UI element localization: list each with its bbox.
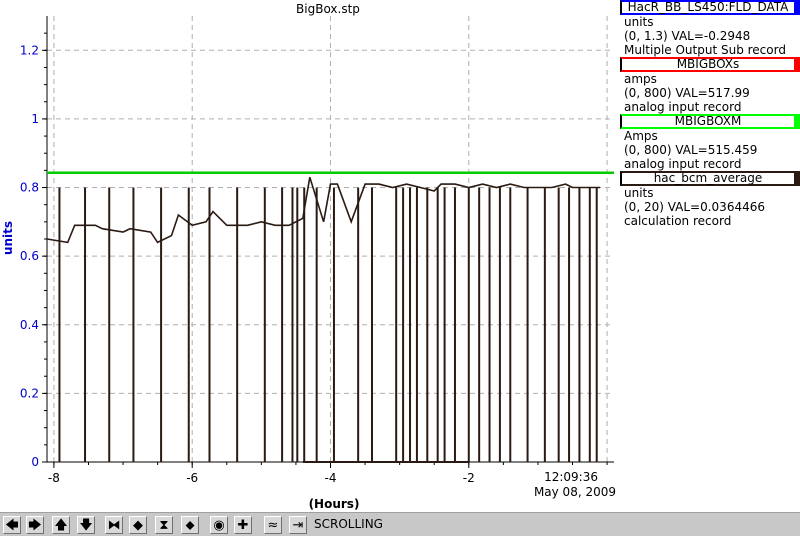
zoom-out-horizontal-icon: ◆	[133, 517, 143, 533]
zoom-out-horizontal-button[interactable]: ◆	[129, 516, 147, 534]
scroll-mode-button[interactable]: ⇥	[289, 516, 307, 534]
legend-unit: units	[624, 15, 654, 29]
scroll-up-icon: 🡅	[54, 517, 68, 533]
y-tick-label: 0.2	[20, 386, 39, 400]
legend-range-value: (0, 800) VAL=517.99	[624, 86, 750, 100]
x-tick-label: -2	[463, 471, 475, 485]
add-pv-icon: ✚	[237, 517, 249, 533]
scroll-mode-icon: ⇥	[292, 517, 304, 533]
scroll-left-icon: 🡄	[5, 517, 19, 533]
y-axis-label: units	[1, 221, 15, 255]
scroll-down-button[interactable]: 🡇	[77, 516, 95, 534]
legend-record-type: calculation record	[624, 214, 732, 228]
x-tick-label: -8	[48, 471, 60, 485]
y-axis-ticks: 0 0.2 0.4 0.6 0.8 1 1.2	[20, 32, 47, 469]
y-tick-label: 1	[31, 112, 39, 126]
trace-hac-bcm-average	[46, 176, 601, 244]
legend-pv-name[interactable]: MBIGBOXM	[620, 114, 800, 129]
zoom-out-vertical-icon: ⬥	[185, 517, 195, 533]
scroll-right-button[interactable]: 🡆	[26, 516, 44, 534]
x-axis-label: (Hours)	[309, 497, 360, 511]
scroll-up-button[interactable]: 🡅	[52, 516, 70, 534]
legend-record-type: Multiple Output Sub record	[624, 43, 786, 57]
time-label: 12:09:36	[544, 470, 598, 484]
legend-record-type: analog input record	[624, 100, 742, 114]
date-label: May 08, 2009	[534, 485, 616, 499]
legend-range-value: (0, 800) VAL=515.459	[624, 143, 758, 157]
x-tick-label: -4	[325, 471, 337, 485]
autoscale-icon: ◉	[213, 517, 225, 533]
waveform-icon: ≈	[267, 517, 279, 533]
legend-pv-name[interactable]: MBIGBOXs	[620, 57, 800, 72]
legend-unit: amps	[624, 72, 657, 86]
waveform-button[interactable]: ≈	[264, 516, 282, 534]
y-tick-label: 1.2	[20, 43, 39, 57]
zoom-in-vertical-icon: ⧗	[159, 517, 169, 533]
scroll-left-button[interactable]: 🡄	[3, 516, 21, 534]
legend-unit: Amps	[624, 129, 658, 143]
add-pv-button[interactable]: ✚	[234, 516, 252, 534]
x-axis-ticks: -8 -6 -4 -2	[48, 462, 608, 485]
zoom-in-horizontal-icon: ⧓	[107, 517, 121, 533]
y-tick-label: 0.6	[20, 249, 39, 263]
zoom-in-vertical-button[interactable]: ⧗	[155, 516, 173, 534]
zoom-out-vertical-button[interactable]: ⬥	[181, 516, 199, 534]
chart-title: BigBox.stp	[296, 2, 360, 16]
zoom-in-horizontal-button[interactable]: ⧓	[105, 516, 123, 534]
scroll-right-icon: 🡆	[28, 517, 42, 533]
grid-lines	[46, 16, 614, 463]
toolbar: SCROLLING 🡄 🡆 🡅 🡇 ⧓ ◆ ⧗ ⬥ ◉ ✚ ≈ ⇥	[0, 512, 800, 536]
x-tick-label: -6	[186, 471, 198, 485]
pv-legend: HacR_BB_LS450:FLD_DATA units (0, 1.3) VAL=…	[620, 0, 800, 228]
scroll-down-icon: 🡇	[79, 517, 93, 533]
legend-unit: units	[624, 186, 654, 200]
legend-range-value: (0, 1.3) VAL=-0.2948	[624, 29, 751, 43]
status-label: SCROLLING	[314, 517, 383, 531]
strip-chart[interactable]: 0 0.2 0.4 0.6 0.8 1 1.2 -8 -6 -4 -2 BigBox.stp un…	[0, 0, 620, 512]
legend-pv-name[interactable]: hac_bcm_average	[620, 171, 800, 186]
legend-range-value: (0, 20) VAL=0.0364466	[624, 200, 765, 214]
autoscale-button[interactable]: ◉	[210, 516, 228, 534]
y-tick-label: 0.4	[20, 318, 39, 332]
legend-record-type: analog input record	[624, 157, 742, 171]
y-tick-label: 0	[31, 455, 39, 469]
legend-pv-name[interactable]: HacR_BB_LS450:FLD_DATA	[620, 0, 800, 15]
y-tick-label: 0.8	[20, 181, 39, 195]
